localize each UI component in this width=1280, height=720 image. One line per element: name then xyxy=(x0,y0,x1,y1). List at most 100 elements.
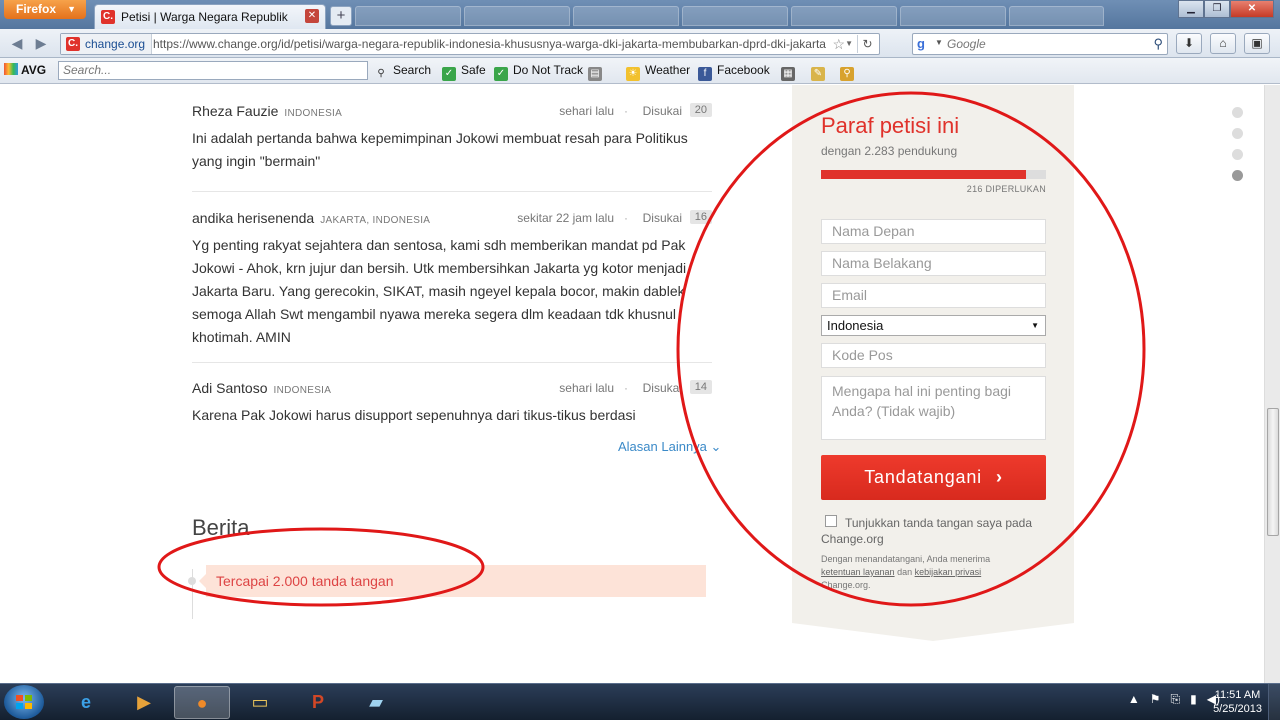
magnifier-icon[interactable]: ⚲ xyxy=(840,63,859,81)
file-explorer-icon[interactable]: ▭ xyxy=(232,686,288,719)
avg-weather-button[interactable]: ☀ Weather xyxy=(626,63,690,81)
divider xyxy=(192,191,712,192)
search-input[interactable]: Google xyxy=(947,37,986,51)
avg-safe-button[interactable]: ✓ Safe xyxy=(442,63,486,81)
comment-text: Yg penting rakyat sejahtera dan sentosa,… xyxy=(192,237,687,345)
comment-author[interactable]: andika herisenenda xyxy=(192,210,314,226)
avg-search-input[interactable]: Search... xyxy=(58,61,368,80)
privacy-link[interactable]: kebijakan privasi xyxy=(915,567,982,577)
new-tab-button[interactable]: + xyxy=(330,6,352,26)
google-icon[interactable]: g xyxy=(917,36,925,51)
downloads-icon[interactable]: ⬇ xyxy=(1176,33,1202,54)
forward-icon[interactable]: ▶ xyxy=(30,33,52,53)
background-tab[interactable] xyxy=(900,6,1006,26)
powerpoint-icon[interactable]: P xyxy=(290,686,346,719)
browser-title-bar: Firefox ▼ C. Petisi | Warga Negara Republ… xyxy=(0,0,1280,29)
like-button[interactable]: Disukai xyxy=(643,104,682,118)
background-tab[interactable] xyxy=(682,6,788,26)
reload-icon[interactable]: ↻ xyxy=(857,35,877,53)
page-content: Rheza Fauzie INDONESIA sehari lalu · Disu… xyxy=(0,85,1264,683)
url-text[interactable]: https://www.change.org/id/petisi/warga-n… xyxy=(153,34,826,54)
media-player-icon[interactable]: ▶ xyxy=(116,686,172,719)
facebook-icon: f xyxy=(698,67,712,81)
email-field[interactable]: Email xyxy=(821,283,1046,308)
clock[interactable]: 11:51 AM 5/25/2013 xyxy=(1213,688,1262,716)
first-name-field[interactable]: Nama Depan xyxy=(821,219,1046,244)
close-window-icon[interactable]: ✕ xyxy=(1230,0,1274,18)
notepad-app-icon[interactable]: ▰ xyxy=(348,686,404,719)
background-tab[interactable] xyxy=(573,6,679,26)
minimize-icon[interactable]: ▁ xyxy=(1178,0,1204,18)
signature-progress-bar xyxy=(821,170,1046,179)
firefox-menu-button[interactable]: Firefox ▼ xyxy=(4,0,86,19)
comment-author[interactable]: Rheza Fauzie xyxy=(192,103,278,119)
legal-prefix: Dengan menandatangani, Anda menerima xyxy=(821,554,991,564)
comment-item: andika herisenenda JAKARTA, INDONESIA sek… xyxy=(192,210,712,349)
search-bar[interactable]: g ▼ Google ⚲ xyxy=(912,33,1168,55)
legal-suffix: Change.org. xyxy=(821,580,871,590)
avg-facebook-button[interactable]: f Facebook xyxy=(698,63,770,81)
notepad-icon[interactable]: ✎ xyxy=(811,63,830,81)
internet-explorer-icon[interactable]: e xyxy=(58,686,114,719)
divider xyxy=(192,362,712,363)
section-nav-dot[interactable] xyxy=(1232,128,1243,139)
avg-logo[interactable]: AVG xyxy=(4,63,46,77)
security-alert-icon[interactable]: ⚑ xyxy=(1150,692,1161,707)
addons-icon[interactable]: ▣ xyxy=(1244,33,1270,54)
comment-text: Ini adalah pertanda bahwa kepemimpinan J… xyxy=(192,130,688,169)
scrollbar-thumb[interactable] xyxy=(1267,408,1279,536)
home-icon[interactable]: ⌂ xyxy=(1210,33,1236,54)
country-value: Indonesia xyxy=(827,318,884,333)
chevron-down-icon[interactable]: ▼ xyxy=(935,38,943,47)
like-count: 16 xyxy=(689,210,712,224)
chevron-right-icon: › xyxy=(995,467,1003,487)
legal-and: dan xyxy=(897,567,913,577)
close-tab-icon[interactable]: ✕ xyxy=(305,9,319,23)
avg-facebook-label: Facebook xyxy=(717,63,770,77)
like-button[interactable]: Disukai xyxy=(643,211,682,225)
avg-do-not-track-button[interactable]: ✓ Do Not Track xyxy=(494,63,583,81)
network-icon[interactable]: ▮ xyxy=(1190,692,1197,707)
restore-icon[interactable]: ❐ xyxy=(1204,0,1230,18)
tray-expand-icon[interactable]: ▲ xyxy=(1128,692,1140,707)
reason-textarea[interactable]: Mengapa hal ini penting bagi Anda? (Tida… xyxy=(821,376,1046,440)
firefox-icon[interactable]: ● xyxy=(174,686,230,719)
search-icon[interactable]: ⚲ xyxy=(1153,36,1163,52)
background-tab[interactable] xyxy=(355,6,461,26)
like-button[interactable]: Disukai xyxy=(643,381,682,395)
country-select[interactable]: Indonesia ▼ xyxy=(821,315,1046,336)
show-signature-label[interactable]: Tunjukkan tanda tangan saya pada Change.… xyxy=(821,515,1053,547)
start-button[interactable] xyxy=(4,685,44,719)
background-tab[interactable] xyxy=(464,6,570,26)
avg-search-button[interactable]: ⚲ Search xyxy=(374,63,431,81)
comment-author[interactable]: Adi Santoso xyxy=(192,380,268,396)
calculator-icon[interactable]: ▦ xyxy=(781,63,800,81)
trash-icon[interactable]: ▤ xyxy=(588,63,607,81)
more-reasons-link[interactable]: Alasan Lainnya ⌄ xyxy=(618,439,721,455)
section-nav-dot[interactable] xyxy=(1232,149,1243,160)
postcode-field[interactable]: Kode Pos xyxy=(821,343,1046,368)
bookmark-star-icon[interactable]: ☆ xyxy=(832,34,845,54)
section-nav-dot[interactable] xyxy=(1232,107,1243,118)
tab-petisi[interactable]: C. Petisi | Warga Negara Republik Indone… xyxy=(94,4,326,29)
comment-item: Rheza Fauzie INDONESIA sehari lalu · Disu… xyxy=(192,103,712,173)
avg-weather-label: Weather xyxy=(645,63,691,77)
history-dropdown-icon[interactable]: ▼ xyxy=(845,34,853,54)
address-bar[interactable]: C. change.org https://www.change.org/id/… xyxy=(60,33,880,55)
background-tab[interactable] xyxy=(1009,6,1104,26)
terms-link[interactable]: ketentuan layanan xyxy=(821,567,895,577)
change-org-favicon-icon: C. xyxy=(101,10,115,24)
search-icon: ⚲ xyxy=(377,68,385,79)
section-nav-dot-active[interactable] xyxy=(1232,170,1243,181)
show-desktop-button[interactable] xyxy=(1268,684,1280,720)
background-tab[interactable] xyxy=(791,6,897,26)
shield-icon: ✓ xyxy=(442,67,456,81)
legal-notice: Dengan menandatangani, Anda menerima ket… xyxy=(821,553,1053,592)
sync-icon[interactable]: ⎘ xyxy=(1171,692,1181,707)
last-name-field[interactable]: Nama Belakang xyxy=(821,251,1046,276)
sign-button[interactable]: Tandatangani › xyxy=(821,455,1046,500)
back-icon[interactable]: ◀ xyxy=(6,33,28,53)
progress-fill xyxy=(821,170,1026,179)
page-scrollbar[interactable] xyxy=(1264,85,1280,683)
site-identity[interactable]: C. change.org xyxy=(61,34,153,54)
